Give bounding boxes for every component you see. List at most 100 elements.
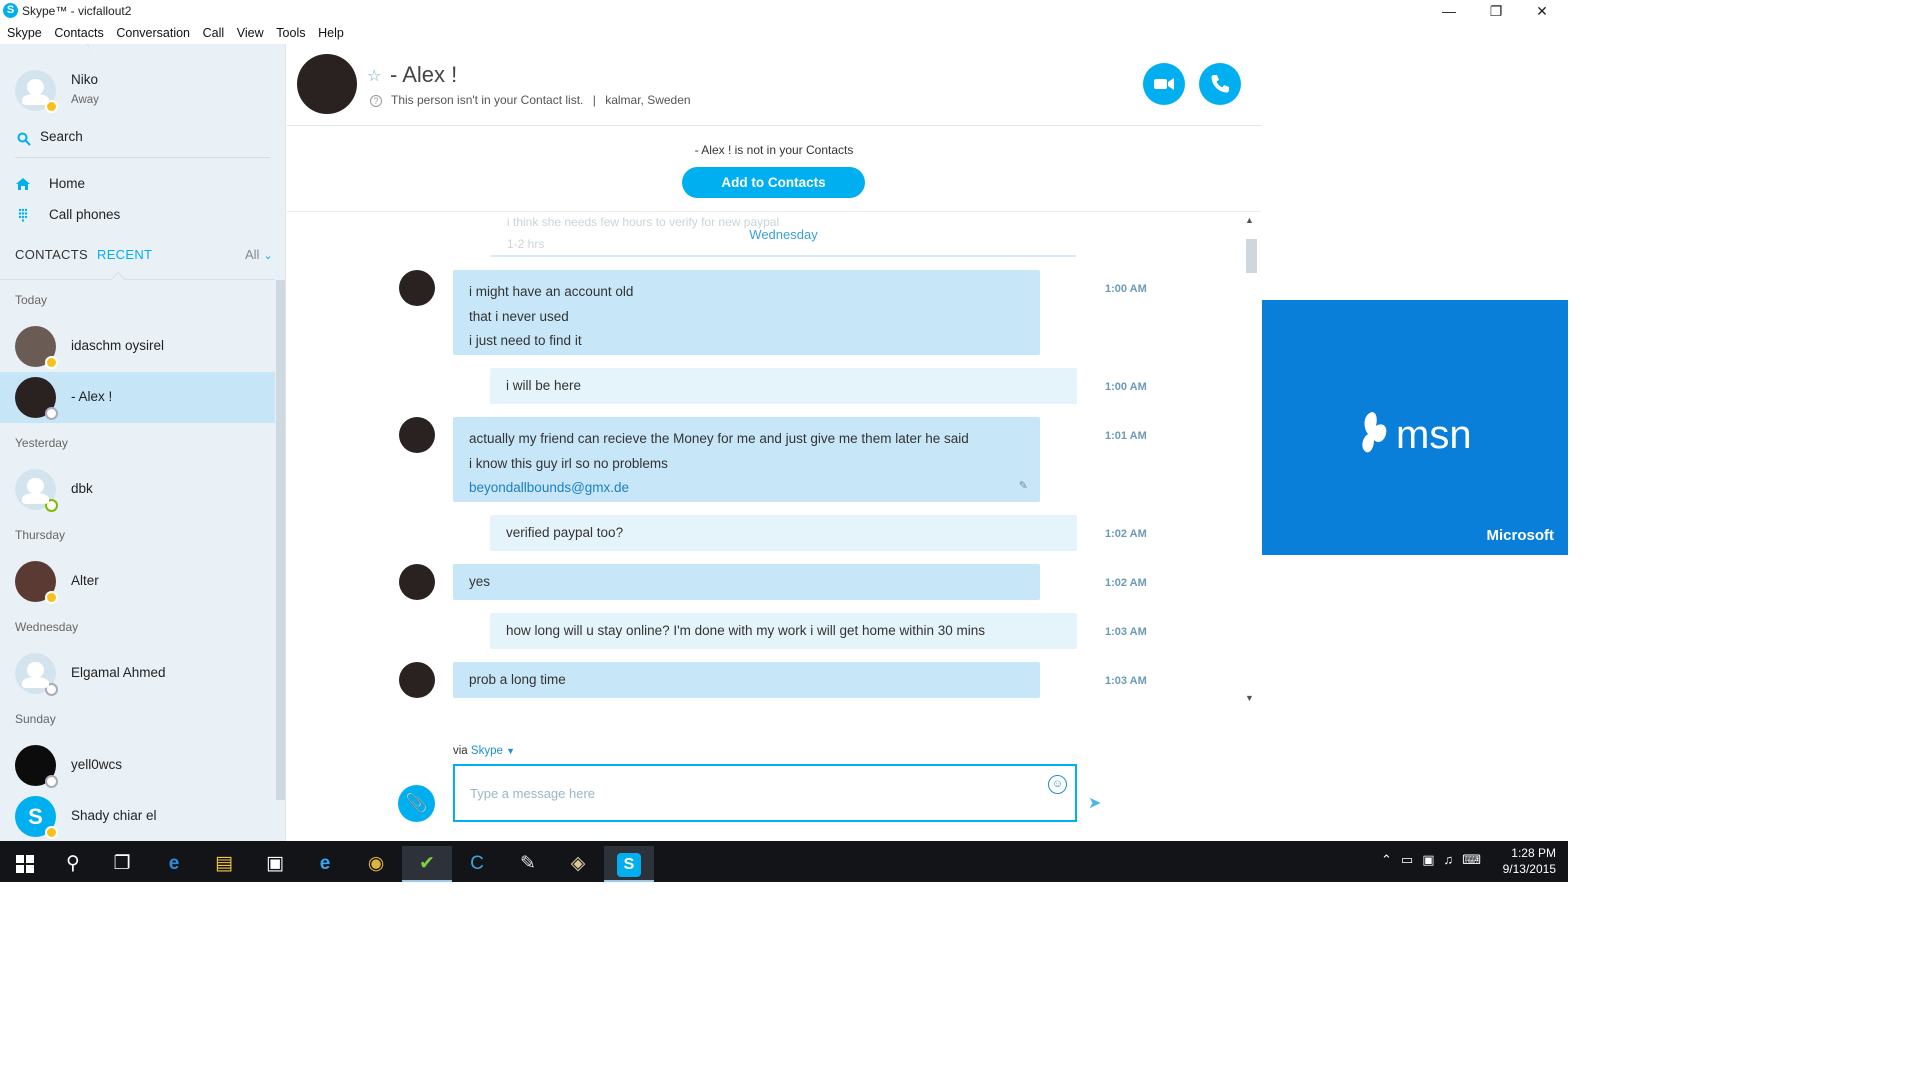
msn-logo: msn — [1356, 400, 1472, 458]
audio-call-button[interactable] — [1199, 63, 1241, 105]
search-icon — [17, 132, 31, 146]
minimize-button[interactable]: — — [1426, 0, 1472, 24]
contact-avatar — [15, 326, 58, 369]
nav-home-label: Home — [49, 176, 86, 191]
edge-icon[interactable]: e — [149, 846, 199, 882]
my-avatar[interactable] — [15, 70, 58, 113]
system-tray[interactable]: ⌃▭▣♫⌨ — [1381, 852, 1490, 868]
nav-home[interactable]: Home — [15, 173, 270, 197]
send-icon[interactable]: ➤ — [1088, 793, 1101, 813]
paint-icon[interactable]: ◈ — [553, 846, 603, 882]
unknown-status-icon — [45, 407, 58, 420]
outgoing-message[interactable]: i will be here — [490, 368, 1077, 404]
contact-item[interactable]: Alter — [0, 556, 275, 607]
chrome-icon[interactable]: ◉ — [351, 846, 401, 882]
menu-help[interactable]: Help — [311, 24, 344, 40]
not-in-contacts-text: This person isn't in your Contact list. — [391, 93, 584, 107]
sender-avatar[interactable] — [399, 270, 435, 306]
via-selector[interactable]: via Skype ▼ — [453, 745, 515, 757]
contact-item-selected[interactable]: - Alex ! — [0, 372, 275, 423]
contact-name: Alter — [71, 573, 99, 588]
tab-recent[interactable]: RECENT — [97, 247, 152, 262]
restore-button[interactable]: ❐ — [1473, 0, 1519, 24]
file-explorer-icon[interactable]: ▤ — [199, 846, 249, 882]
chevron-up-icon[interactable]: ⌃ — [1381, 852, 1401, 867]
tab-contacts[interactable]: CONTACTS — [15, 247, 88, 262]
menu-tools[interactable]: Tools — [269, 24, 305, 40]
away-status-icon — [45, 591, 58, 604]
outgoing-message[interactable]: how long will u stay online? I'm done wi… — [490, 613, 1077, 649]
taskbar: ⚲ ❐ e ▤ ▣ e ◉ ✔ C ✎ ◈ S ⌃▭▣♫⌨ 1:28 PM 9/… — [0, 841, 1568, 882]
contact-item[interactable]: dbk — [0, 464, 275, 515]
message-time: 1:02 AM — [1105, 577, 1147, 589]
filter-dropdown[interactable]: All ⌄ — [245, 247, 273, 262]
incoming-message[interactable]: actually my friend can recieve the Money… — [453, 417, 1040, 502]
task-view-icon[interactable]: ❐ — [97, 846, 147, 882]
message-line: i know this guy irl so no problems — [469, 455, 668, 471]
scroll-up-arrow-icon[interactable]: ▲ — [1245, 215, 1254, 225]
contact-item[interactable]: Elgamal Ahmed — [0, 648, 275, 699]
sender-avatar[interactable] — [399, 662, 435, 698]
email-link[interactable]: beyondallbounds@gmx.de — [469, 476, 1024, 501]
clock[interactable]: 1:28 PM 9/13/2015 — [1503, 845, 1556, 877]
sender-avatar[interactable] — [399, 417, 435, 453]
incoming-message[interactable]: yes — [453, 564, 1040, 600]
message-line: prob a long time — [469, 672, 566, 687]
chat-scrollbar[interactable]: ▲ ▼ — [1244, 213, 1258, 708]
contact-item[interactable]: idaschm oysirel — [0, 321, 275, 372]
my-status[interactable]: Away — [71, 94, 99, 106]
conversation-avatar[interactable] — [297, 54, 357, 114]
ccleaner-icon[interactable]: C — [452, 846, 502, 882]
contact-item[interactable]: yell0wcs — [0, 740, 275, 791]
sender-avatar[interactable] — [399, 564, 435, 600]
message-time: 1:02 AM — [1105, 528, 1147, 540]
menu-view[interactable]: View — [230, 24, 264, 40]
start-icon[interactable] — [0, 846, 50, 882]
skype-logo-icon: S — [3, 3, 18, 18]
add-to-contacts-button[interactable]: Add to Contacts — [682, 167, 865, 198]
app-chart-icon[interactable]: ✎ — [503, 846, 553, 882]
conversation-subtitle: ? This person isn't in your Contact list.… — [370, 93, 691, 107]
menu-skype[interactable]: Skype — [0, 24, 42, 40]
edit-pencil-icon[interactable]: ✎ — [1019, 479, 1028, 492]
away-status-icon — [45, 356, 58, 369]
menu-conversation[interactable]: Conversation — [109, 24, 190, 40]
search-box[interactable]: Search — [15, 128, 270, 158]
phone-icon — [1211, 75, 1229, 93]
attach-file-button[interactable]: 📎 — [398, 785, 435, 822]
nav-call-phones[interactable]: Call phones — [15, 204, 270, 228]
message-input[interactable] — [453, 764, 1077, 822]
help-icon[interactable]: ? — [370, 95, 382, 107]
menu-contacts[interactable]: Contacts — [47, 24, 103, 40]
video-camera-icon — [1154, 78, 1174, 90]
ad-banner[interactable]: msn Microsoft — [1262, 300, 1568, 555]
network-icon[interactable]: ▣ — [1422, 852, 1443, 867]
emoticon-icon[interactable]: ☺ — [1048, 775, 1067, 794]
ie-icon[interactable]: e — [300, 846, 350, 882]
paperclip-icon: 📎 — [405, 793, 428, 813]
store-icon[interactable]: ▣ — [250, 846, 300, 882]
scrollbar-thumb[interactable] — [1246, 239, 1257, 273]
menu-call[interactable]: Call — [196, 24, 225, 40]
search-icon[interactable]: ⚲ — [48, 846, 98, 882]
away-status-icon — [45, 826, 58, 839]
contact-avatar — [15, 469, 58, 512]
incoming-message[interactable]: i might have an account old that i never… — [453, 270, 1040, 355]
contact-name: idaschm oysirel — [71, 338, 165, 353]
battery-icon[interactable]: ▭ — [1401, 852, 1422, 867]
volume-icon[interactable]: ♫ — [1443, 852, 1462, 867]
favorite-star-icon[interactable]: ☆ — [367, 66, 381, 86]
keyboard-icon[interactable]: ⌨ — [1462, 852, 1490, 867]
video-call-button[interactable] — [1143, 63, 1185, 105]
away-status-icon — [45, 100, 58, 113]
my-name[interactable]: Niko — [71, 72, 98, 87]
close-button[interactable]: ✕ — [1519, 0, 1565, 24]
scroll-down-arrow-icon[interactable]: ▼ — [1245, 693, 1254, 703]
incoming-message[interactable]: prob a long time — [453, 662, 1040, 698]
skype-taskbar-button[interactable]: S — [604, 846, 654, 882]
clock-date: 9/13/2015 — [1502, 862, 1556, 876]
contact-item[interactable]: S Shady chiar el — [0, 791, 275, 841]
outgoing-message[interactable]: verified paypal too? — [490, 515, 1077, 551]
app-green-icon[interactable]: ✔ — [402, 846, 452, 882]
sidebar-scrollbar[interactable] — [276, 280, 285, 800]
